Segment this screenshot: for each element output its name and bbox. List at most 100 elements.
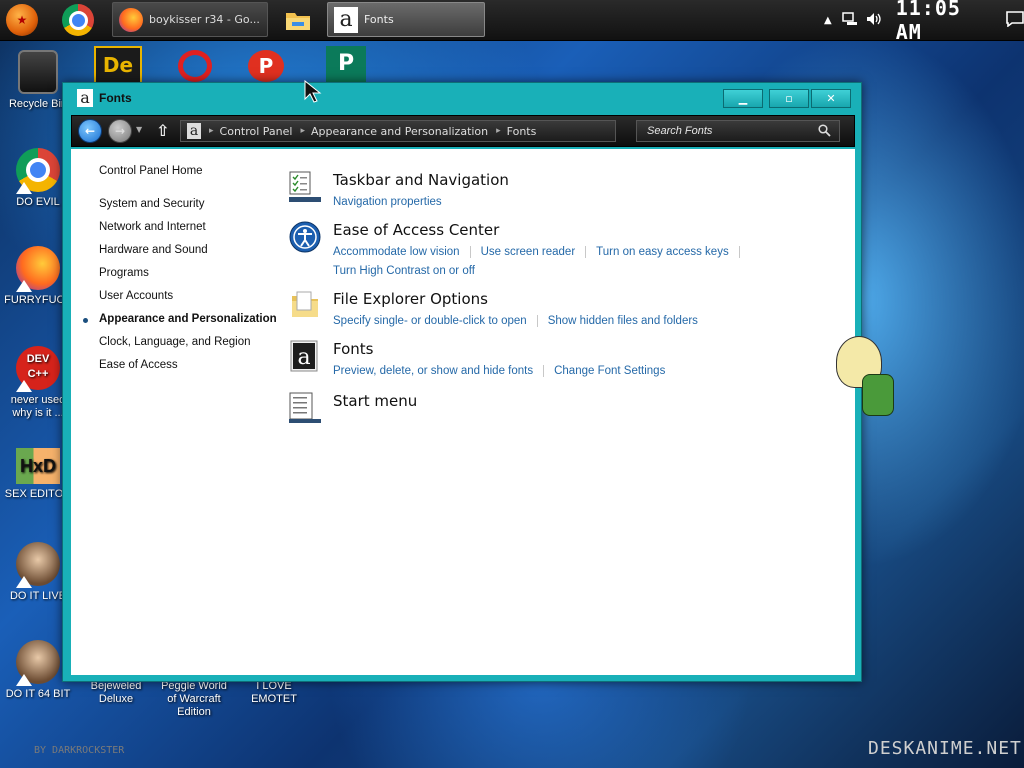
address-bar[interactable]: a ▸ Control Panel ▸ Appearance and Perso… (180, 120, 616, 142)
hxd-icon: HxD (16, 448, 60, 484)
desktop-icon-peggle[interactable]: Peggle World of Warcraft Edition (156, 680, 232, 719)
breadcrumb-separator-icon: ▸ (496, 126, 501, 136)
link-show-hidden-files[interactable]: Show hidden files and folders (548, 315, 698, 327)
sidebar-item-user-accounts[interactable]: User Accounts (99, 290, 173, 302)
category-links: Specify single- or double-click to open S… (333, 312, 793, 331)
ease-of-access-icon[interactable] (289, 221, 321, 253)
breadcrumb-appearance[interactable]: Appearance and Personalization (311, 125, 488, 138)
link-navigation-properties[interactable]: Navigation properties (333, 196, 442, 208)
firefox-icon (119, 7, 143, 32)
dev-cpp-icon: DEV C++ (16, 346, 60, 392)
mouse-cursor-icon (304, 80, 322, 103)
portrait-icon (16, 640, 60, 686)
desktop-icon-label: Peggle World of Warcraft Edition (161, 680, 227, 718)
desktop-icon-label: Recycle Bin (8, 98, 68, 110)
window-titlebar[interactable]: a Fonts ▁ ▫ ✕ (63, 83, 861, 113)
clock[interactable]: 11:05 AM (896, 0, 982, 44)
close-button[interactable]: ✕ (811, 89, 851, 108)
taskbar-window-fonts[interactable]: a Fonts (327, 2, 485, 37)
wallpaper-watermark-left: BY DARKROCKSTER (34, 745, 125, 756)
category-title[interactable]: Ease of Access Center (333, 221, 499, 239)
category-links: Preview, delete, or show and hide fonts C… (333, 362, 793, 381)
up-arrow-icon[interactable]: ⇧ (156, 121, 169, 140)
breadcrumb-separator-icon: ▸ (209, 126, 214, 136)
search-icon[interactable] (818, 124, 831, 140)
show-hidden-icons-icon[interactable]: ▲ (824, 15, 832, 26)
sidebar-item-ease-of-access[interactable]: Ease of Access (99, 359, 178, 371)
forward-button[interactable]: → (108, 119, 132, 143)
chrome-taskbar-icon[interactable] (62, 4, 94, 36)
forward-arrow-icon: → (114, 124, 126, 138)
fonts-icon: a (77, 89, 93, 107)
action-center-icon[interactable] (1006, 10, 1024, 30)
content-pane: Control Panel Home System and Security N… (71, 149, 855, 675)
link-divider (585, 245, 587, 258)
fonts-icon: a (334, 6, 358, 33)
control-panel-window: a Fonts ▁ ▫ ✕ ← → ▼ ⇧ a ▸ Control Panel … (62, 82, 862, 682)
sidebar-item-system-security[interactable]: System and Security (99, 198, 204, 210)
breadcrumb-control-panel[interactable]: Control Panel (220, 125, 293, 138)
current-section-bullet-icon (83, 318, 88, 323)
link-divider (738, 245, 740, 258)
back-arrow-icon: ← (84, 124, 96, 138)
link-preview-delete-fonts[interactable]: Preview, delete, or show and hide fonts (333, 365, 533, 377)
search-input[interactable] (636, 120, 840, 142)
desktop-icon-app-red[interactable] (178, 50, 212, 82)
link-turn-on-easy-access-keys[interactable]: Turn on easy access keys (596, 246, 729, 258)
start-menu-icon[interactable] (289, 392, 321, 424)
volume-icon[interactable] (866, 12, 882, 29)
desktop-icon-label: Bejeweled Deluxe (90, 680, 142, 705)
link-change-font-settings[interactable]: Change Font Settings (554, 365, 665, 377)
wallpaper-watermark-right: DESKANIME.NET (868, 738, 1022, 759)
folder-options-icon[interactable] (289, 290, 321, 322)
desktop-icon-label: DO IT 64 BIT (5, 688, 71, 700)
desktop-icon-i-love-emotet[interactable]: I LOVE EMOTET (232, 680, 316, 706)
desktop-icon-peggle-deluxe[interactable]: De (94, 46, 142, 86)
desktop-icon-label: DO EVIL (16, 196, 60, 208)
link-single-double-click[interactable]: Specify single- or double-click to open (333, 315, 527, 327)
link-accommodate-low-vision[interactable]: Accommodate low vision (333, 246, 460, 258)
desktop-icon-label: never used why is it ... (10, 394, 66, 419)
file-explorer-icon[interactable] (282, 4, 314, 36)
desktop-icon-publisher[interactable]: P (326, 46, 366, 82)
link-turn-high-contrast[interactable]: Turn High Contrast on or off (333, 265, 475, 277)
sidebar-item-programs[interactable]: Programs (99, 267, 149, 279)
category-title[interactable]: Start menu (333, 392, 417, 410)
taskbar-window-title: Fonts (364, 13, 394, 26)
desktop-icon-bejeweled[interactable]: Bejeweled Deluxe (78, 680, 154, 706)
recycle-bin-icon (18, 50, 58, 94)
firefox-icon (16, 246, 60, 292)
taskbar-settings-icon[interactable] (289, 171, 321, 203)
svg-text:a: a (297, 345, 310, 370)
network-icon[interactable] (841, 11, 858, 29)
breadcrumb-fonts[interactable]: Fonts (507, 125, 537, 138)
desktop-icon-label: I LOVE EMOTET (251, 680, 297, 705)
maximize-button[interactable]: ▫ (769, 89, 809, 108)
start-orb-icon[interactable]: ★ (6, 4, 38, 36)
control-panel-home-link[interactable]: Control Panel Home (99, 165, 203, 177)
desktop-icon-app-p[interactable]: P (248, 50, 284, 82)
sidebar-item-network[interactable]: Network and Internet (99, 221, 206, 233)
link-use-screen-reader[interactable]: Use screen reader (481, 246, 576, 258)
taskbar: ★ boykisser r34 - Go... a Fonts ▲ 11:05 … (0, 0, 1024, 44)
portrait-icon (16, 542, 60, 588)
category-title[interactable]: File Explorer Options (333, 290, 488, 308)
category-title[interactable]: Taskbar and Navigation (333, 171, 509, 189)
fonts-icon: a (187, 123, 201, 139)
category-title[interactable]: Fonts (333, 340, 373, 358)
chrome-icon (16, 148, 60, 194)
sidebar-item-hardware-sound[interactable]: Hardware and Sound (99, 244, 208, 256)
sidebar-item-clock-language[interactable]: Clock, Language, and Region (99, 336, 251, 348)
desktop-icon-label: DO IT LIVE (9, 590, 67, 602)
fonts-icon[interactable]: a (289, 340, 321, 372)
wallpaper-character-sticker (836, 336, 898, 422)
minimize-button[interactable]: ▁ (723, 89, 763, 108)
sidebar-item-appearance[interactable]: Appearance and Personalization (99, 313, 277, 325)
breadcrumb-separator-icon: ▸ (300, 126, 305, 136)
link-divider (536, 314, 538, 327)
link-divider (469, 245, 471, 258)
taskbar-window-firefox[interactable]: boykisser r34 - Go... (112, 2, 268, 37)
window-title: Fonts (99, 91, 132, 105)
back-button[interactable]: ← (78, 119, 102, 143)
recent-pages-chevron-icon[interactable]: ▼ (136, 125, 142, 134)
